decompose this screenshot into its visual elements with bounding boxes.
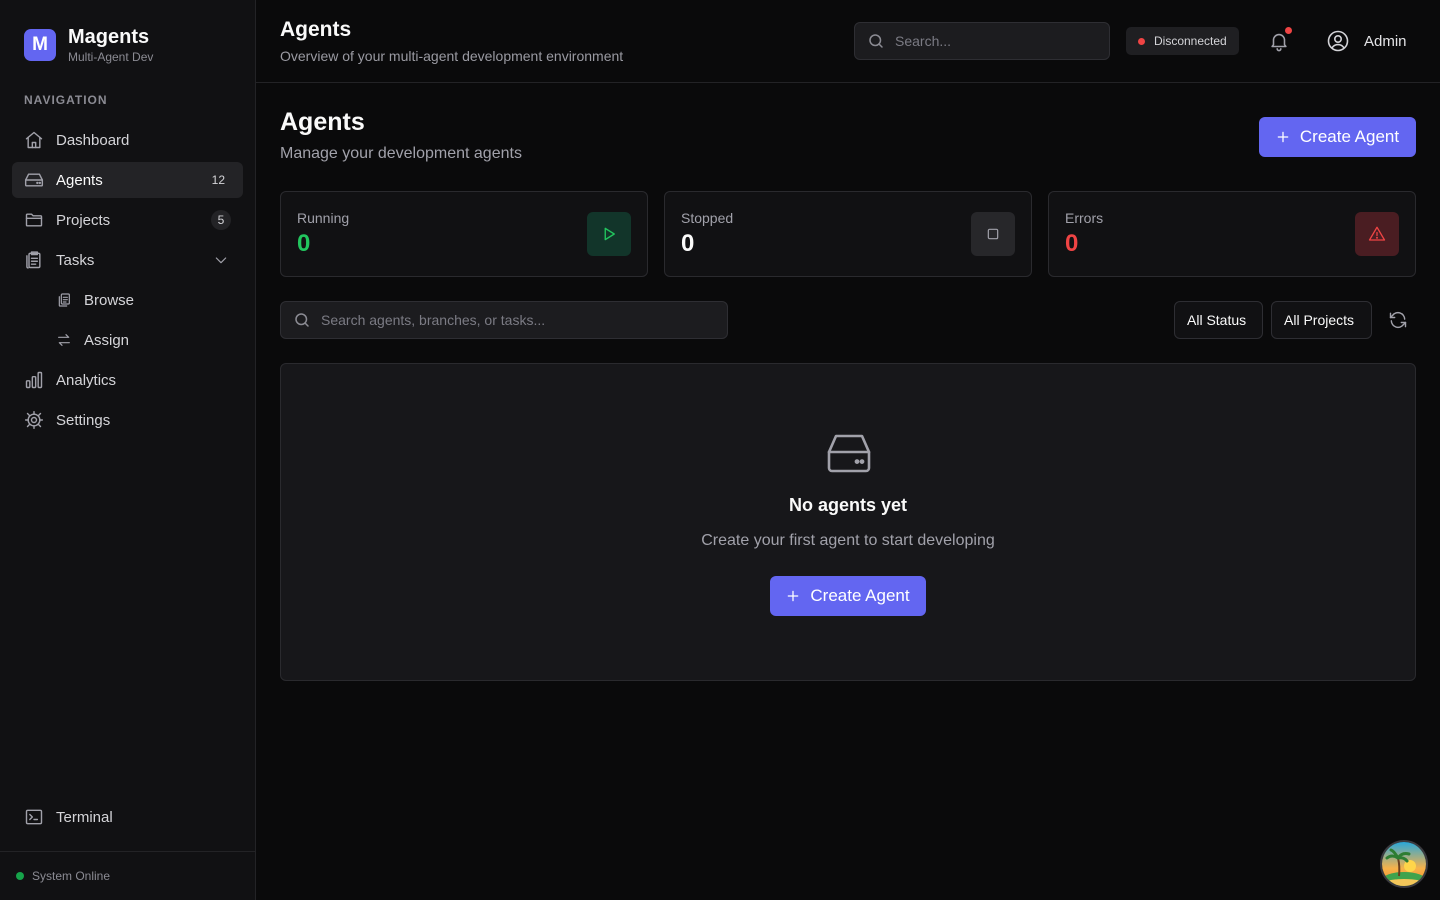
sidebar-item-browse[interactable]: Browse [12,282,243,318]
hard-drive-icon [24,170,44,190]
sidebar-item-projects[interactable]: Projects 5 [12,202,243,238]
user-menu[interactable]: Admin [1326,29,1407,53]
create-agent-label: Create Agent [1299,127,1400,146]
sidebar-item-label: Settings [56,411,111,429]
brand-name: Magents [68,26,150,48]
online-dot-icon [16,872,24,880]
arrows-swap-icon [56,332,72,348]
stat-card-stopped: Stopped 0 [664,191,1032,277]
user-name: Admin [1364,32,1407,50]
agent-search[interactable] [280,301,728,339]
plus-icon [786,589,800,603]
play-icon [587,212,631,256]
sidebar-item-label: Analytics [56,371,117,389]
projects-badge: 5 [211,210,231,230]
plus-icon [1276,130,1290,144]
create-first-agent-label: Create Agent [810,586,910,605]
global-search-input[interactable] [895,33,1085,49]
sidebar-item-analytics[interactable]: Analytics [12,362,243,398]
home-icon [24,130,44,150]
search-icon [293,311,311,329]
sidebar: M Magents Multi-Agent Dev NAVIGATION Das… [0,0,256,900]
stat-card-running: Running 0 [280,191,648,277]
brand-subtitle: Multi-Agent Dev [68,50,154,64]
folder-icon [24,210,44,230]
empty-state-panel: No agents yet Create your first agent to… [280,363,1416,681]
sidebar-item-tasks[interactable]: Tasks [12,242,243,278]
copy-icon [56,292,72,308]
refresh-icon[interactable] [1388,310,1408,330]
user-circle-icon [1326,29,1350,53]
assistant-avatar-button[interactable] [1380,840,1428,888]
search-icon [867,32,885,50]
sidebar-item-assign[interactable]: Assign [12,322,243,358]
notification-dot [1285,27,1292,34]
gear-icon [24,410,44,430]
status-filter-select[interactable]: All Status [1174,301,1263,339]
section-title: Agents [280,108,365,136]
stat-label: Running [297,210,350,226]
hard-drive-icon [825,432,873,476]
stat-card-errors: Errors 0 [1048,191,1416,277]
clipboard-icon [24,250,44,270]
sidebar-item-settings[interactable]: Settings [12,402,243,438]
connection-status-text: Disconnected [1154,34,1227,48]
global-search[interactable] [854,22,1110,60]
section-subtitle: Manage your development agents [280,145,522,162]
sidebar-item-dashboard[interactable]: Dashboard [12,122,243,158]
sidebar-item-label: Agents [56,171,103,189]
status-dot-icon [1138,37,1145,45]
system-status: System Online [0,851,255,900]
top-header: Agents Overview of your multi-agent deve… [256,0,1440,83]
bar-chart-icon [24,370,44,390]
connection-status-badge: Disconnected [1126,27,1239,55]
empty-state-title: No agents yet [788,495,908,515]
agent-search-input[interactable] [321,312,711,328]
sidebar-item-terminal[interactable]: Terminal [12,799,243,835]
sidebar-item-label: Assign [84,331,130,349]
agents-count: 12 [211,173,225,187]
stat-label: Errors [1065,210,1104,226]
page-title: Agents [280,18,352,41]
create-first-agent-button[interactable]: Create Agent [770,576,926,616]
alert-triangle-icon [1355,212,1399,256]
stat-value: 0 [681,230,695,257]
sidebar-item-agents[interactable]: Agents 12 [12,162,243,198]
project-filter-select[interactable]: All Projects [1271,301,1372,339]
brand[interactable]: M Magents Multi-Agent Dev [24,26,153,64]
sidebar-item-label: Terminal [56,808,113,826]
page-subtitle: Overview of your multi-agent development… [280,48,624,64]
chevron-down-icon[interactable] [213,252,229,268]
sidebar-item-label: Browse [84,291,135,309]
sidebar-item-label: Projects [56,211,111,229]
stat-label: Stopped [681,210,734,226]
nav-heading: NAVIGATION [24,93,108,107]
palm-island-icon [1382,842,1426,886]
brand-logo: M [24,29,56,61]
sidebar-item-label: Dashboard [56,131,130,149]
empty-state-subtitle: Create your first agent to start develop… [701,532,995,549]
sidebar-item-label: Tasks [56,251,95,269]
stat-value: 0 [297,230,311,257]
terminal-icon [24,807,44,827]
system-status-text: System Online [32,869,111,883]
stat-value: 0 [1065,230,1079,257]
create-agent-button[interactable]: Create Agent [1259,117,1416,157]
sidebar-nav: Dashboard Agents 12 Projects 5 Tasks Bro… [12,122,243,442]
stop-icon [971,212,1015,256]
